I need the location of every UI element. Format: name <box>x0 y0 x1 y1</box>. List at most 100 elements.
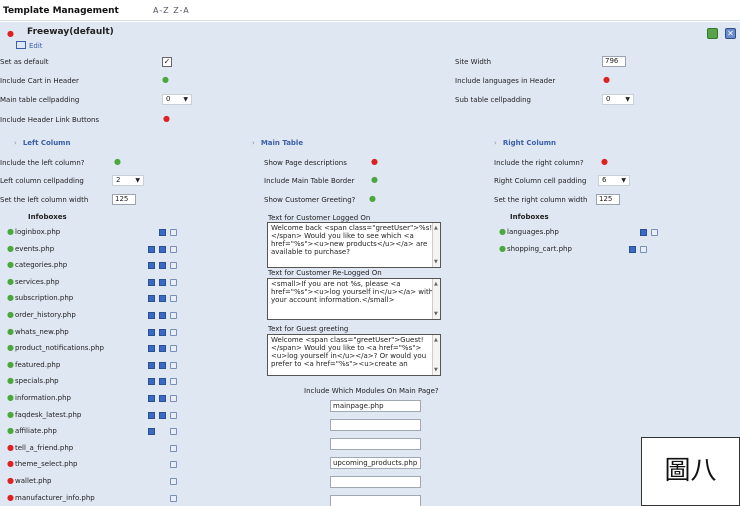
move-left-button[interactable] <box>148 411 155 419</box>
move-left-button[interactable] <box>148 428 155 436</box>
module-input[interactable] <box>330 419 421 431</box>
header-links-toggle[interactable]: ● <box>163 115 170 123</box>
move-column-icon[interactable] <box>651 229 658 236</box>
move-right-button[interactable] <box>159 278 166 286</box>
scrollbar[interactable]: ▲ ▼ <box>432 223 440 267</box>
include-languages-toggle[interactable]: ● <box>603 76 610 84</box>
left-column-header[interactable]: › Left Column <box>14 139 70 147</box>
infobox-status-dot[interactable]: ● <box>7 244 14 253</box>
right-column-header[interactable]: › Right Column <box>494 139 556 147</box>
infobox-status-dot[interactable]: ● <box>499 228 506 236</box>
move-left-button[interactable] <box>148 361 155 369</box>
site-width-input[interactable]: 796 <box>602 56 626 67</box>
move-left-button[interactable] <box>148 378 155 386</box>
move-right-button[interactable] <box>159 262 166 270</box>
sub-cellpadding-select[interactable]: 0 ▼ <box>602 94 634 105</box>
infobox-status-dot[interactable]: ● <box>7 477 14 485</box>
save-icon[interactable] <box>707 28 718 39</box>
guest-textarea[interactable]: Welcome <span class="greetUser">Guest!</… <box>267 334 441 376</box>
move-column-icon[interactable] <box>170 361 177 369</box>
move-column-icon[interactable] <box>170 378 177 386</box>
main-table-header[interactable]: › Main Table <box>252 139 303 147</box>
module-input[interactable] <box>330 438 421 450</box>
module-input[interactable]: upcoming_products.php <box>330 457 421 469</box>
move-column-icon[interactable] <box>170 278 177 286</box>
greeting-label: Show Customer Greeting? <box>264 196 356 204</box>
infobox-status-dot[interactable]: ● <box>7 394 14 402</box>
move-left-button[interactable] <box>148 345 155 353</box>
move-column-icon[interactable] <box>170 229 177 236</box>
move-right-button[interactable] <box>159 229 166 236</box>
include-cart-toggle[interactable]: ● <box>162 76 169 84</box>
set-default-checkbox[interactable]: ✓ <box>162 57 172 67</box>
infobox-status-dot[interactable]: ● <box>7 377 14 385</box>
move-column-icon[interactable] <box>170 245 177 253</box>
move-left-button[interactable] <box>148 295 155 303</box>
logged-on-textarea[interactable]: Welcome back <span class="greetUser">%s!… <box>267 222 441 268</box>
move-column-icon[interactable] <box>170 262 177 270</box>
move-right-button[interactable] <box>159 411 166 419</box>
infobox-status-dot[interactable]: ● <box>7 344 14 352</box>
infobox-status-dot[interactable]: ● <box>7 493 14 502</box>
move-column-icon[interactable] <box>170 461 177 469</box>
move-column-icon[interactable] <box>170 428 177 436</box>
move-column-icon[interactable] <box>170 345 177 353</box>
move-column-icon[interactable] <box>170 444 177 452</box>
scrollbar[interactable]: ▲ ▼ <box>432 335 440 375</box>
table-border-toggle[interactable]: ● <box>371 176 378 184</box>
infobox-status-dot[interactable]: ● <box>7 360 14 369</box>
move-left-button[interactable] <box>148 245 155 253</box>
infobox-status-dot[interactable]: ● <box>7 460 14 468</box>
infobox-status-dot[interactable]: ● <box>7 427 14 435</box>
page-desc-toggle[interactable]: ● <box>371 158 378 166</box>
move-left-button[interactable] <box>148 278 155 286</box>
scrollbar[interactable]: ▲ ▼ <box>432 279 440 319</box>
module-input[interactable] <box>330 476 421 488</box>
left-cellpadding-select[interactable]: 2 ▼ <box>112 175 144 186</box>
move-column-icon[interactable] <box>170 312 177 319</box>
module-input[interactable]: mainpage.php <box>330 400 421 412</box>
infobox-status-dot[interactable]: ● <box>7 261 14 269</box>
move-right-button[interactable] <box>159 361 166 369</box>
move-right-button[interactable] <box>159 395 166 402</box>
infobox-status-dot[interactable]: ● <box>7 228 14 236</box>
move-left-button[interactable] <box>148 312 155 319</box>
edit-link[interactable]: Edit <box>16 41 43 50</box>
infobox-status-dot[interactable]: ● <box>7 311 14 319</box>
move-column-icon[interactable] <box>170 494 177 502</box>
move-column-icon[interactable] <box>170 411 177 419</box>
move-column-icon[interactable] <box>170 328 177 336</box>
move-column-icon[interactable] <box>170 395 177 402</box>
right-cellpadding-select[interactable]: 6 ▼ <box>598 175 630 186</box>
move-left-button[interactable] <box>629 245 636 253</box>
move-left-button[interactable] <box>148 395 155 402</box>
move-column-icon[interactable] <box>170 478 177 485</box>
move-right-button[interactable] <box>159 245 166 253</box>
left-width-input[interactable]: 125 <box>112 194 136 205</box>
infobox-status-dot[interactable]: ● <box>7 294 14 302</box>
include-left-toggle[interactable]: ● <box>114 158 121 166</box>
infobox-status-dot[interactable]: ● <box>7 277 14 286</box>
infobox-status-dot[interactable]: ● <box>7 443 14 452</box>
infobox-status-dot[interactable]: ● <box>7 327 14 336</box>
move-column-icon[interactable] <box>640 245 647 253</box>
move-right-button[interactable] <box>159 378 166 386</box>
infobox-status-dot[interactable]: ● <box>7 410 14 419</box>
right-width-input[interactable]: 125 <box>596 194 620 205</box>
move-left-button[interactable] <box>640 229 647 236</box>
sort-icons[interactable]: A-Z Z-A <box>153 6 190 15</box>
move-left-button[interactable] <box>148 262 155 270</box>
close-icon[interactable]: ✕ <box>725 28 736 39</box>
move-right-button[interactable] <box>159 312 166 319</box>
move-left-button[interactable] <box>148 328 155 336</box>
move-right-button[interactable] <box>159 295 166 303</box>
main-cellpadding-select[interactable]: 0 ▼ <box>162 94 192 105</box>
module-input[interactable] <box>330 495 421 506</box>
greeting-toggle[interactable]: ● <box>369 195 376 203</box>
move-right-button[interactable] <box>159 328 166 336</box>
include-right-toggle[interactable]: ● <box>601 158 608 166</box>
infobox-status-dot[interactable]: ● <box>499 244 506 253</box>
relogged-textarea[interactable]: <small>If you are not %s, please <a href… <box>267 278 441 320</box>
move-column-icon[interactable] <box>170 295 177 303</box>
move-right-button[interactable] <box>159 345 166 353</box>
